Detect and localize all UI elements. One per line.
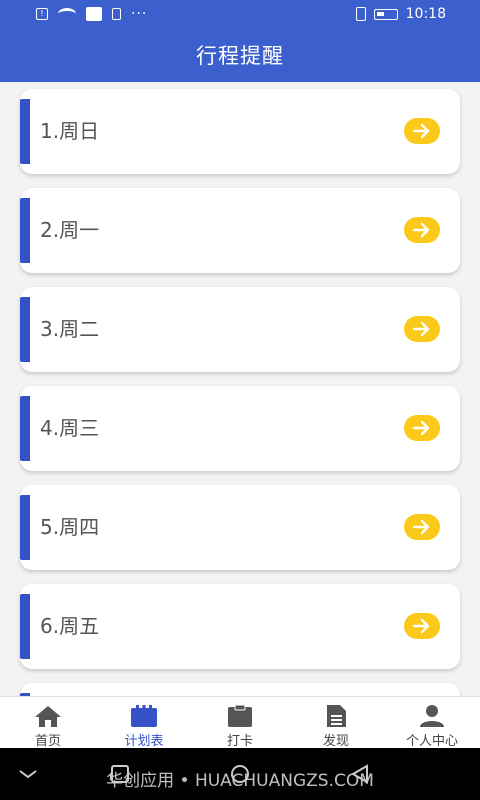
schedule-item[interactable]: 5.周四 xyxy=(20,485,460,570)
card-accent-bar xyxy=(20,198,30,263)
schedule-item-label: 5.周四 xyxy=(40,515,100,539)
tab-label: 首页 xyxy=(34,734,61,749)
alert-icon: ! xyxy=(36,8,48,20)
clipboard-icon xyxy=(228,704,252,727)
status-right-icons: 10:18 xyxy=(355,6,446,22)
page-title: 行程提醒 xyxy=(196,44,284,68)
tab-label: 发现 xyxy=(322,734,349,749)
schedule-item[interactable]: 4.周三 xyxy=(20,386,460,471)
schedule-item-partial[interactable] xyxy=(20,683,460,696)
schedule-item-label: 1.周日 xyxy=(40,119,100,143)
square-icon[interactable] xyxy=(108,764,132,784)
camera-icon xyxy=(86,7,102,21)
arrow-right-circle-icon[interactable] xyxy=(404,514,440,540)
arrow-right-circle-icon[interactable] xyxy=(404,118,440,144)
calendar-icon xyxy=(131,705,157,727)
schedule-list[interactable]: 1.周日 2.周一 3.周二 4.周三 5.周四 6.周五 xyxy=(0,82,480,696)
document-icon xyxy=(327,705,346,727)
arrow-right-circle-icon[interactable] xyxy=(404,217,440,243)
status-bar: ! ··· 10:18 xyxy=(0,0,480,30)
schedule-item-label: 4.周三 xyxy=(40,416,100,440)
card-accent-bar xyxy=(20,99,30,164)
tab-calendar[interactable]: 计划表 xyxy=(96,697,192,749)
arrow-right-circle-icon[interactable] xyxy=(404,316,440,342)
status-time: 10:18 xyxy=(405,6,446,22)
wifi-icon xyxy=(58,8,76,20)
vibrate-icon xyxy=(355,7,366,21)
tab-profile[interactable]: 个人中心 xyxy=(384,697,480,749)
card-accent-bar xyxy=(20,495,30,560)
circle-icon[interactable] xyxy=(228,764,252,784)
bottom-tab-bar: 首页 计划表 打卡 发现 个人中心 xyxy=(0,696,480,749)
schedule-item-label: 6.周五 xyxy=(40,614,100,638)
status-left-icons: ! ··· xyxy=(36,6,147,22)
arrow-right-circle-icon[interactable] xyxy=(404,415,440,441)
tab-checkin[interactable]: 打卡 xyxy=(192,697,288,749)
tab-label: 个人中心 xyxy=(405,734,458,749)
schedule-item[interactable]: 6.周五 xyxy=(20,584,460,669)
more-icon: ··· xyxy=(131,6,148,22)
schedule-item[interactable]: 1.周日 xyxy=(20,89,460,174)
card-accent-bar xyxy=(20,396,30,461)
card-accent-bar xyxy=(20,297,30,362)
schedule-item[interactable]: 2.周一 xyxy=(20,188,460,273)
arrow-right-circle-icon[interactable] xyxy=(404,613,440,639)
sim-icon xyxy=(112,8,121,20)
battery-icon xyxy=(373,8,398,20)
card-accent-bar xyxy=(20,594,30,659)
tab-discover[interactable]: 发现 xyxy=(288,697,384,749)
tab-label: 打卡 xyxy=(226,734,253,749)
home-icon xyxy=(35,706,61,727)
user-icon xyxy=(420,705,444,727)
tab-label: 计划表 xyxy=(124,734,164,749)
collapse-icon[interactable] xyxy=(16,764,40,784)
back-triangle-icon[interactable] xyxy=(348,764,372,784)
schedule-item[interactable]: 3.周二 xyxy=(20,287,460,372)
schedule-item-label: 2.周一 xyxy=(40,218,100,242)
tab-home[interactable]: 首页 xyxy=(0,697,96,749)
page-header: 行程提醒 xyxy=(0,30,480,82)
system-nav-bar: 华创应用 • HUACHUANGZS.COM xyxy=(0,748,480,800)
schedule-item-label: 3.周二 xyxy=(40,317,100,341)
